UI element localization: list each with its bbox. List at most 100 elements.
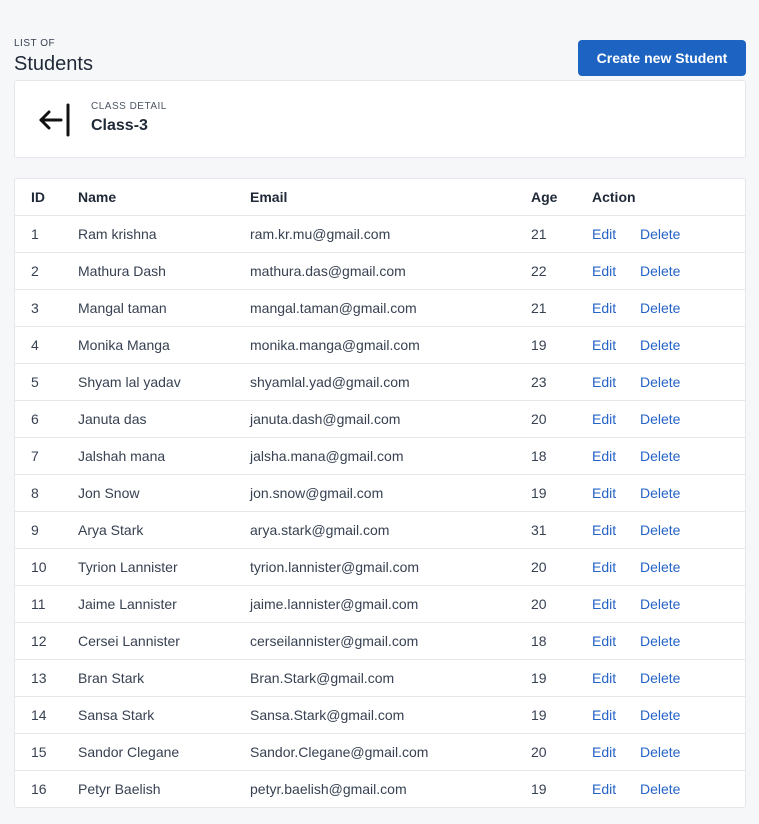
delete-link[interactable]: Delete [640,670,680,686]
table-row: 1 Ram krishna ram.kr.mu@gmail.com 21 Edit Del… [15,215,745,253]
cell-name: Mathura Dash [78,252,250,290]
edit-link[interactable]: Edit [592,670,640,686]
cell-actions: Edit Delete [592,252,745,290]
table-row: 7 Jalshah mana jalsha.mana@gmail.com 18 Edit… [15,437,745,475]
edit-link[interactable]: Edit [592,633,640,649]
edit-link[interactable]: Edit [592,707,640,723]
cell-id: 8 [15,474,78,512]
cell-id: 4 [15,326,78,364]
cell-age: 20 [531,585,592,623]
cell-actions: Edit Delete [592,215,745,253]
delete-link[interactable]: Delete [640,226,680,242]
table-body: 1 Ram krishna ram.kr.mu@gmail.com 21 Edit Del… [15,215,745,807]
cell-email: ram.kr.mu@gmail.com [250,215,531,253]
page-title: Students [14,53,93,75]
table-row: 11 Jaime Lannister jaime.lannister@gmail.c… [15,585,745,623]
column-header-email: Email [250,189,288,205]
cell-age: 19 [531,770,592,807]
table-row: 15 Sandor Clegane Sandor.Clegane@gmail.com… [15,733,745,771]
edit-link[interactable]: Edit [592,300,640,316]
cell-actions: Edit Delete [592,437,745,475]
cell-email: cerseilannister@gmail.com [250,622,531,660]
cell-name: Jalshah mana [78,437,250,475]
delete-link[interactable]: Delete [640,337,680,353]
delete-link[interactable]: Delete [640,707,680,723]
cell-actions: Edit Delete [592,400,745,438]
delete-link[interactable]: Delete [640,633,680,649]
edit-link[interactable]: Edit [592,263,640,279]
delete-link[interactable]: Delete [640,448,680,464]
cell-email: shyamlal.yad@gmail.com [250,363,531,401]
cell-id: 3 [15,289,78,327]
cell-age: 22 [531,252,592,290]
cell-name: Jon Snow [78,474,250,512]
delete-link[interactable]: Delete [640,263,680,279]
cell-actions: Edit Delete [592,770,745,807]
table-row: 8 Jon Snow jon.snow@gmail.com 19 Edit Delete [15,474,745,512]
cell-age: 20 [531,548,592,586]
delete-link[interactable]: Delete [640,781,680,797]
cell-age: 18 [531,622,592,660]
edit-link[interactable]: Edit [592,596,640,612]
table-row: 12 Cersei Lannister cerseilannister@gmail.… [15,622,745,660]
cell-email: mangal.taman@gmail.com [250,289,531,327]
cell-age: 19 [531,659,592,697]
class-detail-card: CLASS DETAIL Class-3 [14,80,746,158]
edit-link[interactable]: Edit [592,781,640,797]
delete-link[interactable]: Delete [640,522,680,538]
cell-email: mathura.das@gmail.com [250,252,531,290]
edit-link[interactable]: Edit [592,337,640,353]
delete-link[interactable]: Delete [640,300,680,316]
cell-email: januta.dash@gmail.com [250,400,531,438]
cell-name: Petyr Baelish [78,770,250,807]
cell-email: jon.snow@gmail.com [250,474,531,512]
edit-link[interactable]: Edit [592,411,640,427]
edit-link[interactable]: Edit [592,485,640,501]
delete-link[interactable]: Delete [640,485,680,501]
delete-link[interactable]: Delete [640,744,680,760]
cell-age: 31 [531,511,592,549]
edit-link[interactable]: Edit [592,522,640,538]
arrow-left-to-line-icon[interactable] [35,101,75,139]
delete-link[interactable]: Delete [640,411,680,427]
cell-age: 20 [531,733,592,771]
table-header-row: ID Name Email Age Action [15,179,745,216]
cell-age: 21 [531,215,592,253]
edit-link[interactable]: Edit [592,448,640,464]
cell-name: Januta das [78,400,250,438]
cell-id: 10 [15,548,78,586]
cell-name: Bran Stark [78,659,250,697]
cell-name: Ram krishna [78,215,250,253]
cell-name: Monika Manga [78,326,250,364]
edit-link[interactable]: Edit [592,744,640,760]
page-eyebrow: LIST OF [14,38,56,49]
table-row: 13 Bran Stark Bran.Stark@gmail.com 19 Edit De… [15,659,745,697]
cell-id: 15 [15,733,78,771]
cell-id: 11 [15,585,78,623]
cell-email: Sandor.Clegane@gmail.com [250,733,531,771]
cell-name: Sandor Clegane [78,733,250,771]
cell-actions: Edit Delete [592,548,745,586]
cell-id: 16 [15,770,78,807]
cell-email: tyrion.lannister@gmail.com [250,548,531,586]
delete-link[interactable]: Delete [640,559,680,575]
cell-name: Mangal taman [78,289,250,327]
cell-actions: Edit Delete [592,289,745,327]
cell-name: Jaime Lannister [78,585,250,623]
table-row: 14 Sansa Stark Sansa.Stark@gmail.com 19 Edit… [15,696,745,734]
edit-link[interactable]: Edit [592,559,640,575]
create-student-button[interactable]: Create new Student [578,40,746,76]
delete-link[interactable]: Delete [640,596,680,612]
cell-email: petyr.baelish@gmail.com [250,770,531,807]
edit-link[interactable]: Edit [592,226,640,242]
delete-link[interactable]: Delete [640,374,680,390]
edit-link[interactable]: Edit [592,374,640,390]
class-detail-label: CLASS DETAIL [91,101,167,112]
table-row: 4 Monika Manga monika.manga@gmail.com 19 Edi… [15,326,745,364]
cell-email: monika.manga@gmail.com [250,326,531,364]
cell-email: jaime.lannister@gmail.com [250,585,531,623]
cell-id: 7 [15,437,78,475]
cell-age: 21 [531,289,592,327]
cell-name: Cersei Lannister [78,622,250,660]
cell-name: Tyrion Lannister [78,548,250,586]
